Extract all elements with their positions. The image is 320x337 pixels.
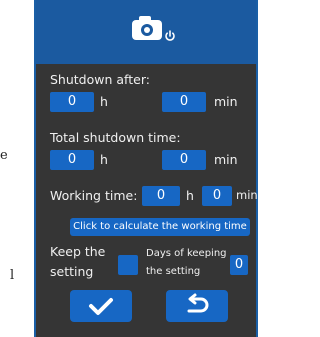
keep-setting-label-line2: setting	[50, 264, 94, 279]
confirm-button[interactable]	[70, 290, 132, 322]
checkmark-icon	[89, 298, 113, 315]
shutdown-after-hours-unit: h	[100, 94, 108, 109]
keep-setting-label-line1: Keep the	[50, 244, 106, 259]
days-keeping-label-line2: the setting	[146, 266, 201, 277]
working-time-label: Working time:	[50, 188, 138, 203]
header-bar	[36, 0, 256, 64]
total-shutdown-label: Total shutdown time:	[50, 130, 181, 145]
shutdown-after-label: Shutdown after:	[50, 72, 150, 87]
power-icon	[165, 30, 175, 41]
days-keeping-label-line1: Days of keeping	[146, 248, 227, 259]
total-shutdown-minutes-unit: min	[214, 152, 238, 167]
working-time-minutes-field[interactable]: 0	[202, 186, 232, 206]
undo-arrow-icon	[187, 293, 209, 313]
shutdown-settings-panel: Shutdown after: 0 h 0 min Total shutdown…	[34, 0, 258, 337]
total-shutdown-minutes-field[interactable]: 0	[162, 150, 206, 170]
working-time-hours-field[interactable]: 0	[142, 186, 180, 206]
back-button[interactable]	[166, 290, 228, 322]
keep-setting-checkbox[interactable]	[118, 255, 138, 275]
days-keeping-field[interactable]: 0	[230, 255, 248, 275]
working-time-minutes-unit: min	[236, 188, 258, 202]
side-text-top: e	[0, 148, 8, 163]
side-text-bottom: l	[10, 268, 15, 283]
calculate-working-time-button[interactable]: Click to calculate the working time	[70, 218, 250, 236]
total-shutdown-hours-field[interactable]: 0	[50, 150, 94, 170]
total-shutdown-hours-unit: h	[100, 152, 108, 167]
working-time-hours-unit: h	[186, 188, 194, 203]
shutdown-after-minutes-field[interactable]: 0	[162, 92, 206, 112]
shutdown-after-minutes-unit: min	[214, 94, 238, 109]
camera-icon	[132, 16, 162, 40]
shutdown-after-hours-field[interactable]: 0	[50, 92, 94, 112]
